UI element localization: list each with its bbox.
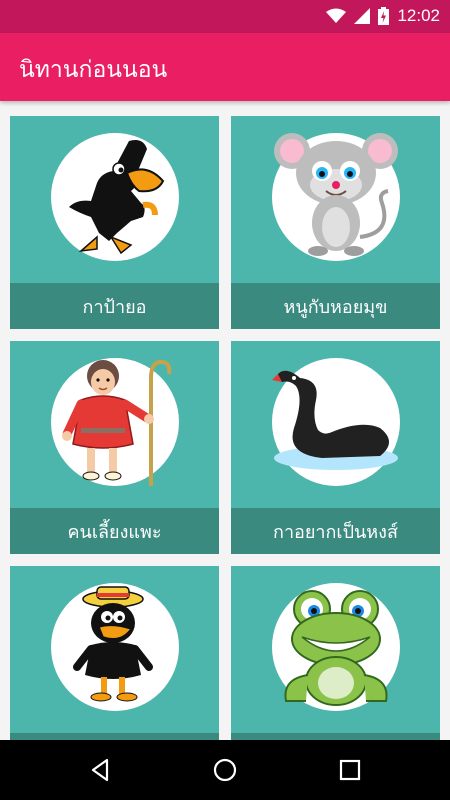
status-bar: 12:02 [0, 0, 450, 33]
story-title: กาป้ายอ [10, 283, 219, 329]
story-card-2[interactable]: หนูกับหอยมุข [231, 116, 440, 329]
battery-charging-icon [378, 7, 390, 25]
swan-icon [272, 370, 398, 470]
back-icon[interactable] [87, 757, 113, 783]
story-title: กาอยากเป็นหงส์ [231, 508, 440, 554]
story-title [231, 733, 440, 740]
story-title [10, 733, 219, 740]
story-grid: กาป้ายอ หนูกับหอยมุข คนเลี้ยงแพะ กาอยากเ… [0, 101, 450, 740]
recents-icon[interactable] [337, 757, 363, 783]
signal-icon [354, 8, 371, 24]
shepherd-icon [62, 359, 172, 486]
home-icon[interactable] [212, 757, 238, 783]
story-title: คนเลี้ยงแพะ [10, 508, 219, 554]
crow-icon [69, 140, 165, 255]
navigation-bar [0, 740, 450, 800]
app-bar: นิทานก่อนนอน [0, 33, 450, 101]
story-card-6[interactable] [231, 566, 440, 740]
story-title: หนูกับหอยมุข [231, 283, 440, 329]
story-card-4[interactable]: กาอยากเป็นหงส์ [231, 341, 440, 554]
story-card-1[interactable]: กาป้ายอ [10, 116, 219, 329]
story-card-5[interactable] [10, 566, 219, 740]
crow-with-hat-icon [73, 586, 153, 702]
mouse-icon [274, 133, 398, 256]
frog-icon [284, 590, 388, 706]
story-card-3[interactable]: คนเลี้ยงแพะ [10, 341, 219, 554]
wifi-icon [326, 8, 347, 23]
page-title: นิทานก่อนนอน [19, 57, 168, 83]
status-time: 12:02 [397, 6, 440, 25]
